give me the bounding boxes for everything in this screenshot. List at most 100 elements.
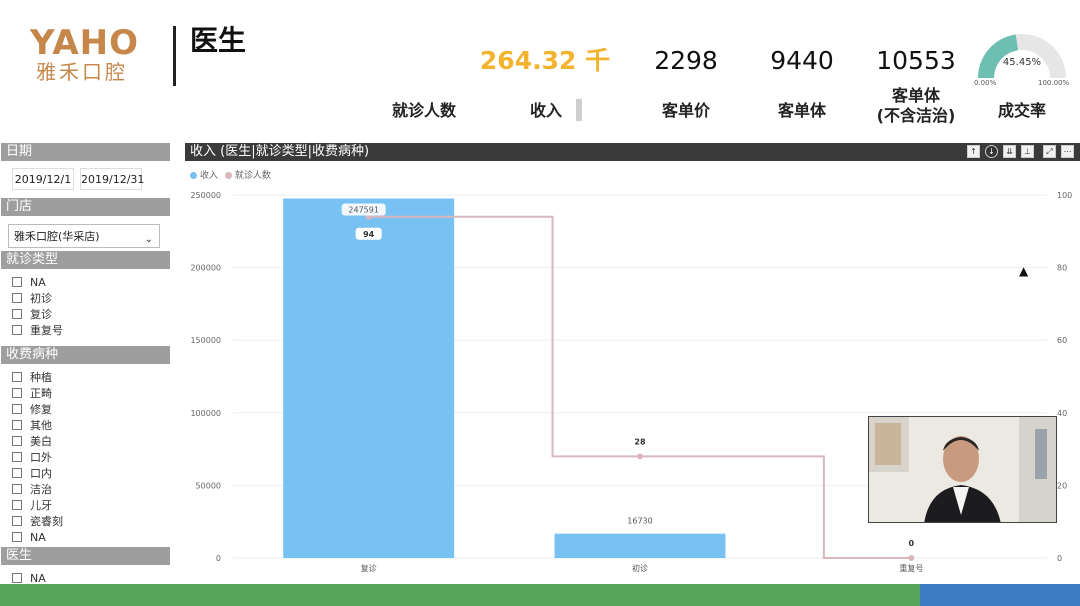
visitors-point-3 <box>908 555 915 561</box>
kpi-avg-body-value: 9440 <box>770 46 834 75</box>
header-divider <box>173 26 176 86</box>
y-right-tick-label: 40 <box>1057 409 1067 418</box>
bar-data-label: 247591 <box>348 205 379 214</box>
store-filter-header: 门店 <box>1 198 170 216</box>
kpi-divider <box>576 99 582 121</box>
disease-option[interactable]: NA <box>12 531 46 545</box>
disease-option-label: 瓷睿刻 <box>30 515 63 528</box>
checkbox-icon[interactable] <box>12 468 22 478</box>
legend-visitors-swatch <box>224 171 232 179</box>
checkbox-icon[interactable] <box>12 484 22 494</box>
disease-option[interactable]: 口外 <box>12 451 52 465</box>
chevron-down-icon: ⌄ <box>144 234 153 245</box>
focus-mode-icon[interactable]: ⤢ <box>1043 145 1056 158</box>
checkbox-icon[interactable] <box>12 388 22 398</box>
logo-mark: YAHO <box>30 23 140 63</box>
gauge-max: 100.00% <box>1038 79 1070 87</box>
date-start-input[interactable]: 2019/12/1 <box>12 168 74 190</box>
bar-2 <box>554 533 726 558</box>
kpi-revenue-value: 264.32 千 <box>479 46 611 75</box>
y-left-tick-label: 100000 <box>190 409 221 418</box>
disease-option-label: 美白 <box>30 435 52 448</box>
checkbox-icon[interactable] <box>12 325 22 335</box>
checkbox-icon[interactable] <box>12 293 22 303</box>
more-options-icon[interactable]: ⋯ <box>1061 145 1074 158</box>
disease-option[interactable]: 正畸 <box>12 387 52 401</box>
y-left-tick-label: 0 <box>216 554 221 563</box>
page-title: 医生 <box>190 24 247 57</box>
kpi-avg-price-value: 2298 <box>654 46 718 75</box>
disease-option[interactable]: 种植 <box>12 371 52 385</box>
y-left-tick-label: 250000 <box>190 191 221 200</box>
gauge-min: 0.00% <box>974 79 997 87</box>
y-right-tick-label: 60 <box>1057 336 1067 345</box>
disease-option[interactable]: 洁治 <box>12 483 52 497</box>
checkbox-icon[interactable] <box>12 516 22 526</box>
disease-option[interactable]: 口内 <box>12 467 52 481</box>
disease-option-label: 正畸 <box>30 387 52 400</box>
kpi-avg-body-excl-label: 客单体 (不含洁治) <box>876 86 956 125</box>
webcam-overlay <box>868 416 1057 523</box>
y-right-tick-label: 20 <box>1057 481 1067 490</box>
checkbox-icon[interactable] <box>12 372 22 382</box>
visit-type-option-label: NA <box>30 276 46 289</box>
checkbox-icon[interactable] <box>12 309 22 319</box>
y-left-tick-label: 150000 <box>190 336 221 345</box>
disease-option-label: 洁治 <box>30 483 52 496</box>
disease-option[interactable]: 儿牙 <box>12 499 52 513</box>
bottom-bar-blue <box>920 584 1080 606</box>
bottom-bar-green <box>0 584 920 606</box>
disease-option[interactable]: 美白 <box>12 435 52 449</box>
checkbox-icon[interactable] <box>12 532 22 542</box>
x-tick-label: 初诊 <box>632 563 648 573</box>
disease-filter-header: 收费病种 <box>1 346 170 364</box>
doctor-filter-header: 医生 <box>1 547 170 565</box>
y-left-tick-label: 50000 <box>196 481 221 490</box>
disease-option-label: 口外 <box>30 451 52 464</box>
gauge-label: 成交率 <box>997 101 1046 120</box>
legend-revenue-swatch <box>190 171 197 179</box>
date-filter-header: 日期 <box>1 143 170 161</box>
visit-type-option[interactable]: 复诊 <box>12 308 52 322</box>
presenter-video-icon <box>869 417 1056 522</box>
gauge-value: 45.45% <box>1002 57 1042 68</box>
expand-level-icon[interactable]: ⇊ <box>1003 145 1016 158</box>
disease-option[interactable]: 瓷睿刻 <box>12 515 63 529</box>
visit-type-option[interactable]: 重复号 <box>12 324 63 338</box>
kpi-avg-body-label: 客单体 <box>777 101 826 120</box>
disease-option[interactable]: 其他 <box>12 419 52 433</box>
visit-type-option-label: 复诊 <box>30 308 52 321</box>
disease-option-label: 儿牙 <box>30 499 52 512</box>
disease-option[interactable]: 修复 <box>12 403 52 417</box>
checkbox-icon[interactable] <box>12 500 22 510</box>
checkbox-icon[interactable] <box>12 404 22 414</box>
store-select-value: 雅禾口腔(华采店) <box>14 230 100 243</box>
disease-option-label: 口内 <box>30 467 52 480</box>
disease-option-label: 修复 <box>30 403 52 416</box>
kpi-visitors-label: 就诊人数 <box>391 101 456 120</box>
mouse-cursor-icon: ▲ <box>1019 264 1029 278</box>
line-data-label: 28 <box>634 437 646 446</box>
drill-down-icon[interactable]: ↓ <box>985 145 998 158</box>
store-select[interactable]: 雅禾口腔(华采店) ⌄ <box>8 224 160 248</box>
drill-up-icon[interactable]: ↑ <box>967 145 980 158</box>
disease-option-label: NA <box>30 531 46 544</box>
checkbox-icon[interactable] <box>12 436 22 446</box>
checkbox-icon[interactable] <box>12 573 22 583</box>
y-right-tick-label: 80 <box>1057 264 1067 273</box>
checkbox-icon[interactable] <box>12 420 22 430</box>
visit-type-option[interactable]: NA <box>12 276 46 290</box>
bar-data-label: 16730 <box>627 517 652 526</box>
line-data-label: 0 <box>909 539 915 548</box>
hierarchy-icon[interactable]: ⊥ <box>1021 145 1034 158</box>
date-end-input[interactable]: 2019/12/31 <box>80 168 144 190</box>
logo-subtitle: 雅禾口腔 <box>36 60 128 84</box>
checkbox-icon[interactable] <box>12 452 22 462</box>
visit-type-option[interactable]: 初诊 <box>12 292 52 306</box>
checkbox-icon[interactable] <box>12 277 22 287</box>
line-data-label: 94 <box>363 230 375 239</box>
disease-option-label: 种植 <box>30 371 52 384</box>
kpi-avg-price-label: 客单价 <box>661 101 710 120</box>
visitors-point-2 <box>637 453 643 460</box>
chart-title: 收入 (医生|就诊类型|收费病种) <box>190 144 370 159</box>
